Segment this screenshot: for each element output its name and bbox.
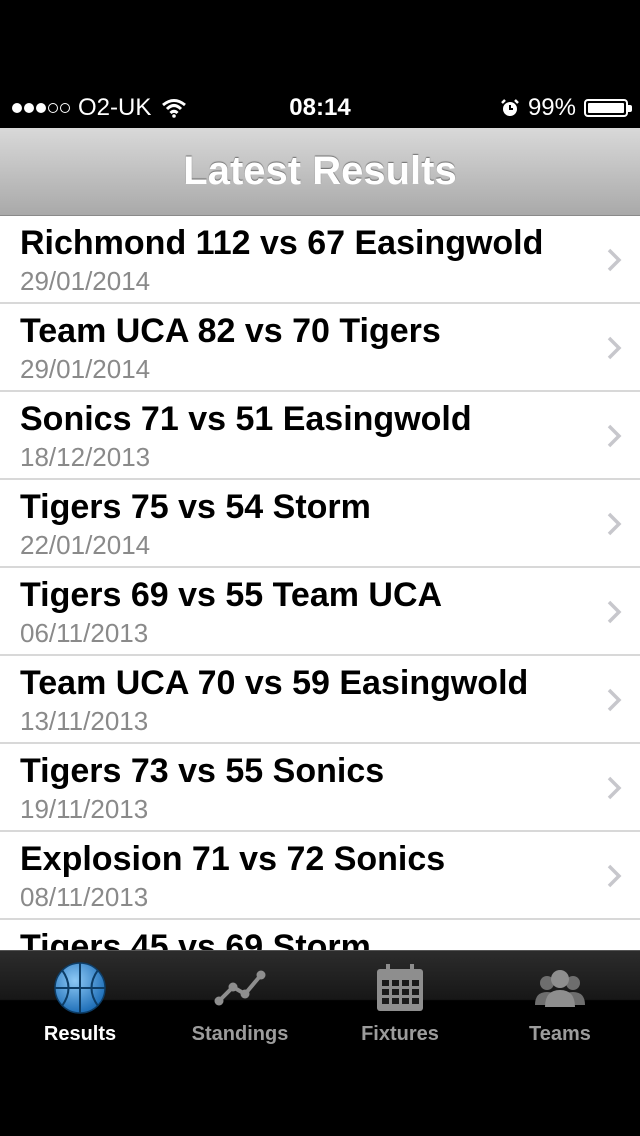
chevron-right-icon bbox=[607, 600, 622, 624]
result-row[interactable]: Sonics 71 vs 51 Easingwold 18/12/2013 bbox=[0, 392, 640, 480]
result-row[interactable]: Team UCA 82 vs 70 Tigers 29/01/2014 bbox=[0, 304, 640, 392]
result-title: Tigers 75 vs 54 Storm bbox=[20, 488, 371, 526]
result-row[interactable]: Team UCA 70 vs 59 Easingwold 13/11/2013 bbox=[0, 656, 640, 744]
result-date: 29/01/2014 bbox=[20, 354, 151, 384]
tab-fixtures[interactable]: Fixtures bbox=[320, 951, 480, 1049]
result-date: 08/11/2013 bbox=[20, 882, 149, 912]
chevron-right-icon bbox=[607, 424, 622, 448]
battery-percent: 99% bbox=[527, 94, 576, 121]
results-list[interactable]: Richmond 112 vs 67 Easingwold 29/01/2014… bbox=[0, 216, 640, 950]
tab-bar: Results Standings Fixtures Teams bbox=[0, 950, 640, 1048]
result-row[interactable]: Richmond 112 vs 67 Easingwold 29/01/2014 bbox=[0, 216, 640, 304]
result-row[interactable]: Tigers 73 vs 55 Sonics 19/11/2013 bbox=[0, 744, 640, 832]
chevron-right-icon bbox=[607, 776, 622, 800]
result-title: Tigers 73 vs 55 Sonics bbox=[20, 752, 385, 790]
chevron-right-icon bbox=[607, 512, 622, 536]
calendar-icon bbox=[377, 964, 423, 1011]
tab-teams[interactable]: Teams bbox=[480, 951, 640, 1049]
alarm-icon bbox=[501, 99, 519, 116]
tab-results[interactable]: Results bbox=[0, 951, 160, 1049]
tab-standings[interactable]: Standings bbox=[160, 951, 320, 1049]
basketball-icon bbox=[54, 962, 106, 1014]
status-right: 99% bbox=[500, 88, 632, 128]
result-row[interactable]: Tigers 75 vs 54 Storm 22/01/2014 bbox=[0, 480, 640, 568]
result-date: 29/01/2014 bbox=[20, 266, 151, 296]
result-date: 13/11/2013 bbox=[20, 706, 149, 736]
result-row[interactable]: Tigers 69 vs 55 Team UCA 06/11/2013 bbox=[0, 568, 640, 656]
result-title: Richmond 112 vs 67 Easingwold bbox=[20, 224, 544, 262]
people-icon bbox=[535, 970, 585, 1007]
chevron-right-icon bbox=[607, 688, 622, 712]
result-date: 06/11/2013 bbox=[20, 618, 149, 648]
chevron-right-icon bbox=[607, 864, 622, 888]
battery-icon bbox=[584, 99, 632, 117]
tab-label: Standings bbox=[191, 1023, 289, 1045]
result-title: Tigers 69 vs 55 Team UCA bbox=[20, 576, 443, 614]
result-date: 22/01/2014 bbox=[20, 530, 151, 560]
chart-line-icon bbox=[214, 970, 266, 1006]
result-title: Sonics 71 vs 51 Easingwold bbox=[20, 400, 472, 438]
page-title: Latest Results bbox=[183, 149, 457, 193]
chevron-right-icon bbox=[607, 248, 622, 272]
tab-label: Results bbox=[43, 1023, 117, 1045]
navigation-bar: Latest Results bbox=[0, 128, 640, 216]
result-row[interactable]: Explosion 71 vs 72 Sonics 08/11/2013 bbox=[0, 832, 640, 920]
tab-label: Teams bbox=[529, 1023, 591, 1045]
result-title: Team UCA 70 vs 59 Easingwold bbox=[20, 664, 529, 702]
status-bar: O2-UK 08:14 99% bbox=[0, 88, 640, 128]
top-black-area bbox=[0, 0, 640, 88]
result-date: 19/11/2013 bbox=[20, 794, 149, 824]
result-title: Explosion 71 vs 72 Sonics bbox=[20, 840, 446, 878]
result-row[interactable]: Tigers 45 vs 69 Storm bbox=[0, 920, 640, 950]
result-title: Tigers 45 vs 69 Storm bbox=[20, 928, 371, 950]
chevron-right-icon bbox=[607, 336, 622, 360]
result-date: 18/12/2013 bbox=[20, 442, 151, 472]
tab-label: Fixtures bbox=[361, 1023, 439, 1045]
result-title: Team UCA 82 vs 70 Tigers bbox=[20, 312, 441, 350]
bottom-black-area bbox=[0, 1048, 640, 1136]
